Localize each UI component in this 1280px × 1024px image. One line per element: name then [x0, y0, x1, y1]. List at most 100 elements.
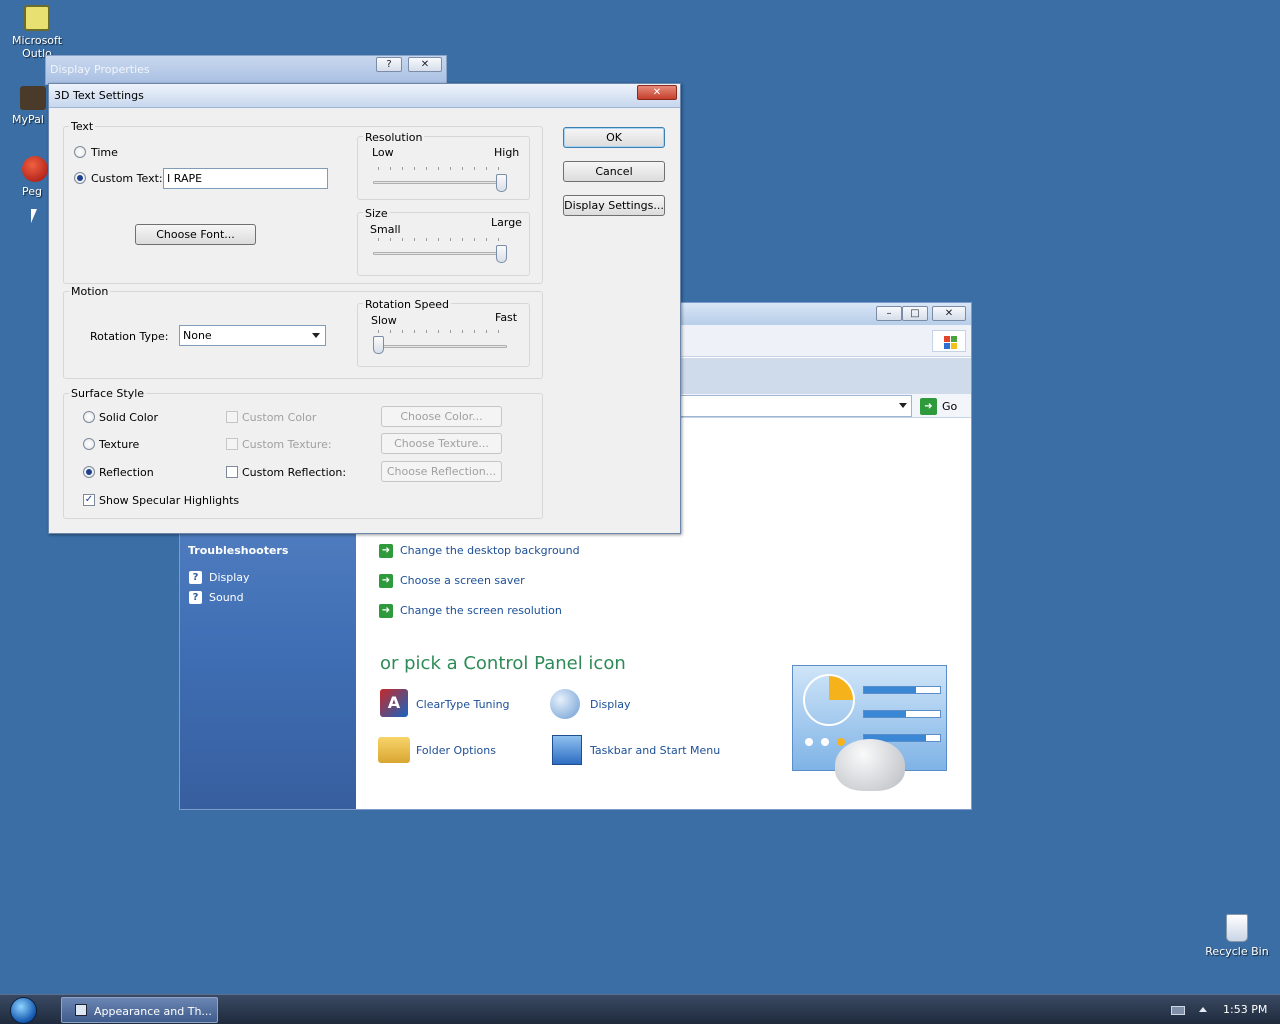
custom-reflection-label: Custom Reflection: — [242, 466, 347, 479]
minimize-button[interactable]: – — [876, 306, 902, 321]
help-icon: ? — [189, 591, 202, 604]
size-label: Size — [363, 207, 390, 220]
window-title: Display Properties — [50, 63, 150, 76]
close-button[interactable]: ✕ — [637, 85, 677, 100]
desktop-icon-outlook[interactable]: Microsoft Outlo — [0, 5, 77, 60]
time-label: Time — [91, 146, 118, 159]
custom-texture-checkbox[interactable] — [226, 438, 238, 450]
cp-icon-cleartype[interactable]: ClearType Tuning — [416, 698, 510, 711]
rotation-speed-slider-track[interactable] — [373, 345, 507, 348]
task-choose-screensaver[interactable]: Choose a screen saver — [400, 574, 525, 587]
cancel-button[interactable]: Cancel — [563, 161, 665, 182]
ok-button[interactable]: OK — [563, 127, 665, 148]
help-button[interactable]: ? — [376, 57, 402, 72]
title-bar[interactable]: 3D Text Settings ✕ — [49, 84, 680, 108]
reflection-label: Reflection — [99, 466, 154, 479]
choose-font-button[interactable]: Choose Font... — [135, 224, 256, 245]
taskbar-window-label: Appearance and Th... — [94, 1005, 212, 1018]
cp-icon-taskbar-start-menu[interactable]: Taskbar and Start Menu — [590, 744, 720, 757]
taskbar: Appearance and Th... 1:53 PM — [0, 994, 1280, 1024]
keyboard-icon[interactable] — [1171, 1006, 1185, 1015]
taskbar-window-button[interactable]: Appearance and Th... — [61, 997, 218, 1023]
cp-icon-folder-options[interactable]: Folder Options — [416, 744, 496, 757]
help-icon: ? — [189, 571, 202, 584]
rotation-slow-label: Slow — [371, 314, 397, 327]
solid-color-label: Solid Color — [99, 411, 159, 424]
sidebar-link-sound[interactable]: Sound — [209, 591, 244, 604]
rotation-speed-slider-thumb[interactable] — [373, 336, 384, 354]
texture-label: Texture — [99, 438, 140, 451]
resolution-low-label: Low — [372, 146, 394, 159]
rotation-fast-label: Fast — [495, 311, 518, 324]
choose-color-button[interactable]: Choose Color... — [381, 406, 502, 427]
desktop-icon-label: Recycle Bin — [1205, 945, 1269, 958]
size-ticks — [378, 238, 500, 241]
troubleshooters-heading: Troubleshooters — [188, 544, 289, 557]
recycle-bin-icon — [1226, 914, 1248, 942]
chevron-down-icon — [312, 333, 320, 338]
dropdown-arrow-icon[interactable] — [899, 403, 907, 408]
specular-highlights-label: Show Specular Highlights — [99, 494, 240, 507]
clock[interactable]: 1:53 PM — [1223, 1003, 1267, 1016]
specular-highlights-checkbox[interactable]: ✓ — [83, 494, 95, 506]
rotation-type-label: Rotation Type: — [90, 330, 169, 343]
display-icon — [550, 689, 580, 719]
windows-flag-icon — [932, 330, 966, 352]
sidebar-link-display[interactable]: Display — [209, 571, 250, 584]
display-settings-button[interactable]: Display Settings... — [563, 195, 665, 216]
display-properties-window: Display Properties ? ✕ — [45, 55, 447, 85]
choose-reflection-button[interactable]: Choose Reflection... — [381, 461, 502, 482]
outlook-icon — [24, 5, 50, 31]
size-slider-track[interactable] — [373, 252, 507, 255]
reflection-radio[interactable] — [83, 466, 95, 478]
3d-text-settings-dialog: 3D Text Settings ✕ Text Time Custom Text… — [48, 83, 681, 534]
text-group-label: Text — [69, 120, 96, 133]
custom-text-label: Custom Text: — [91, 172, 163, 185]
custom-reflection-checkbox[interactable] — [226, 466, 238, 478]
mypal-icon — [20, 86, 46, 110]
rotation-ticks — [378, 330, 500, 333]
rotation-type-value: None — [183, 329, 212, 342]
go-arrow-icon[interactable]: ➜ — [920, 398, 937, 415]
window-icon — [75, 1004, 87, 1016]
custom-texture-label: Custom Texture: — [242, 438, 332, 451]
task-arrow-icon: ➜ — [379, 544, 393, 558]
close-button[interactable]: ✕ — [408, 57, 442, 72]
cleartype-icon: A — [380, 689, 408, 717]
task-arrow-icon: ➜ — [379, 604, 393, 618]
resolution-high-label: High — [494, 146, 520, 159]
go-button[interactable]: Go — [942, 400, 957, 413]
task-change-background[interactable]: Change the desktop background — [400, 544, 580, 557]
dialog-title: 3D Text Settings — [54, 89, 144, 102]
texture-radio[interactable] — [83, 438, 95, 450]
time-radio[interactable] — [74, 146, 86, 158]
resolution-ticks — [378, 167, 500, 170]
peg-icon — [22, 156, 48, 182]
rotation-speed-label: Rotation Speed — [363, 298, 451, 311]
size-slider-thumb[interactable] — [496, 245, 507, 263]
resolution-slider-track[interactable] — [373, 181, 507, 184]
custom-text-input[interactable]: I RAPE — [163, 168, 328, 189]
surface-style-label: Surface Style — [69, 387, 147, 400]
task-arrow-icon: ➜ — [379, 574, 393, 588]
pick-icon-heading: or pick a Control Panel icon — [380, 653, 626, 674]
solid-color-radio[interactable] — [83, 411, 95, 423]
mouse-graphic — [835, 739, 905, 791]
task-change-resolution[interactable]: Change the screen resolution — [400, 604, 562, 617]
custom-color-label: Custom Color — [242, 411, 317, 424]
size-large-label: Large — [491, 216, 522, 229]
resolution-label: Resolution — [363, 131, 425, 144]
custom-text-radio[interactable] — [74, 172, 86, 184]
maximize-button[interactable]: □ — [902, 306, 928, 321]
start-orb-icon[interactable] — [10, 997, 37, 1024]
size-small-label: Small — [370, 223, 401, 236]
pie-graphic — [803, 674, 855, 726]
desktop-icon-recycle-bin[interactable]: Recycle Bin — [1197, 914, 1277, 958]
rotation-type-select[interactable]: None — [179, 325, 326, 346]
close-button[interactable]: ✕ — [932, 306, 966, 321]
custom-color-checkbox[interactable] — [226, 411, 238, 423]
show-hidden-icons-icon[interactable] — [1199, 1007, 1207, 1012]
cp-icon-display[interactable]: Display — [590, 698, 631, 711]
choose-texture-button[interactable]: Choose Texture... — [381, 433, 502, 454]
resolution-slider-thumb[interactable] — [496, 174, 507, 192]
